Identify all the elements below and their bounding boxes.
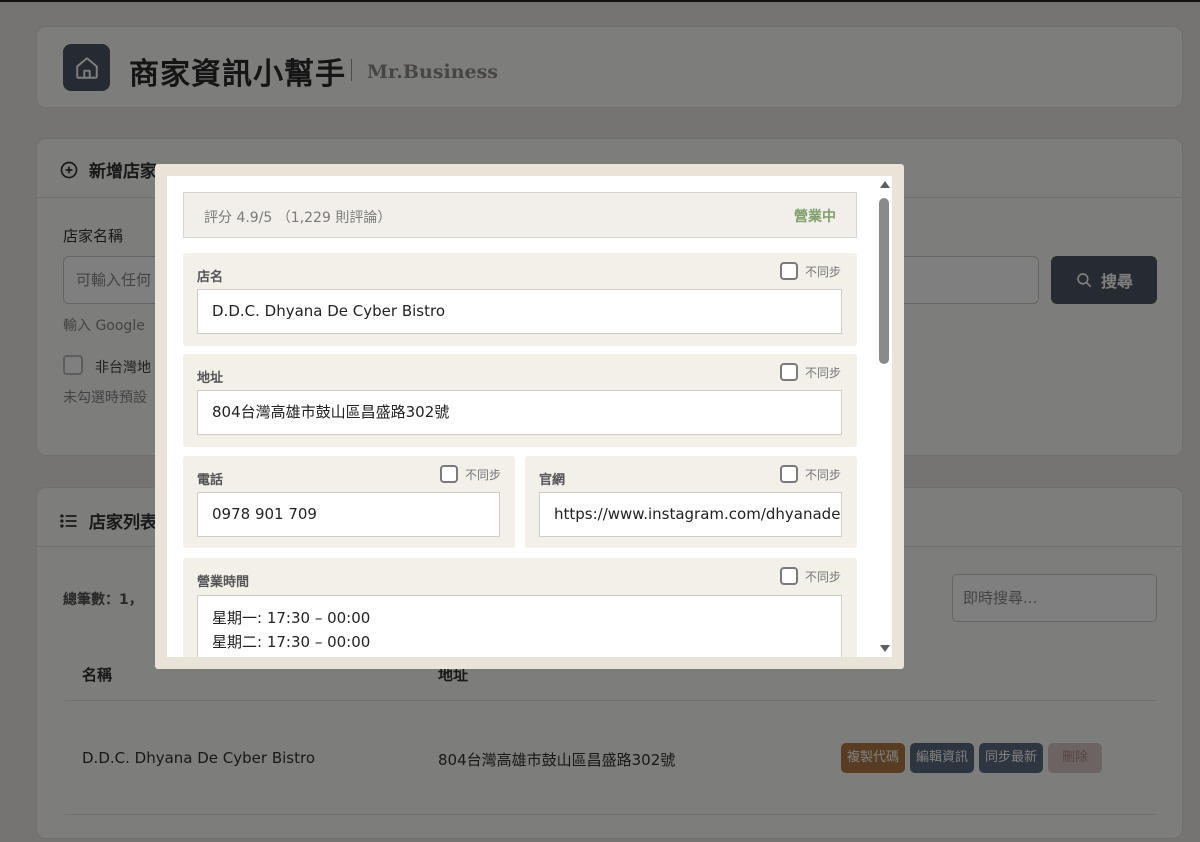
hours-sync-toggle[interactable]: 不同步: [779, 567, 841, 585]
website-label: 官網: [539, 473, 566, 488]
modal-content: 評分 4.9/5 （1,229 則評論） 營業中 店名 不同步 D.D.C. D…: [167, 176, 877, 657]
website-field-group: 官網 不同步 https://www.instagram.com/dhyanad…: [525, 456, 857, 548]
phone-label: 電話: [197, 473, 224, 488]
scroll-up-arrow-icon[interactable]: [880, 181, 890, 188]
name-field-group: 店名 不同步 D.D.C. Dhyana De Cyber Bistro: [183, 253, 857, 346]
modal-scrollbar[interactable]: [877, 176, 892, 657]
phone-sync-label: 不同步: [464, 467, 501, 482]
address-input[interactable]: 804台灣高雄市鼓山區昌盛路302號: [197, 390, 842, 435]
website-sync-label: 不同步: [804, 467, 841, 482]
address-sync-label: 不同步: [804, 365, 841, 380]
phone-sync-checkbox[interactable]: [439, 465, 458, 483]
hours-sync-label: 不同步: [804, 569, 841, 584]
rating-bar: 評分 4.9/5 （1,229 則評論） 營業中: [183, 192, 857, 238]
address-label: 地址: [197, 371, 224, 386]
website-sync-toggle[interactable]: 不同步: [779, 465, 841, 483]
hours-sync-checkbox[interactable]: [779, 567, 798, 585]
hours-line: 星期二: 17:30 – 00:00: [212, 633, 371, 651]
website-sync-checkbox[interactable]: [779, 465, 798, 483]
scroll-down-arrow-icon[interactable]: [880, 645, 890, 652]
scroll-thumb[interactable]: [879, 198, 889, 364]
address-sync-checkbox[interactable]: [779, 363, 798, 381]
name-sync-toggle[interactable]: 不同步: [779, 262, 841, 280]
hours-line: 星期一: 17:30 – 00:00: [212, 609, 371, 627]
phone-sync-toggle[interactable]: 不同步: [439, 465, 501, 483]
website-input[interactable]: https://www.instagram.com/dhyanade: [539, 492, 842, 537]
hours-label: 營業時間: [197, 575, 250, 590]
name-sync-checkbox[interactable]: [779, 262, 798, 280]
hours-field-group: 營業時間 不同步 星期一: 17:30 – 00:00 星期二: 17:30 –…: [183, 558, 857, 657]
phone-field-group: 電話 不同步 0978 901 709: [183, 456, 515, 548]
phone-input[interactable]: 0978 901 709: [197, 492, 500, 537]
name-sync-label: 不同步: [804, 264, 841, 279]
store-detail-modal: 評分 4.9/5 （1,229 則評論） 營業中 店名 不同步 D.D.C. D…: [155, 164, 904, 669]
name-input[interactable]: D.D.C. Dhyana De Cyber Bistro: [197, 289, 842, 334]
address-field-group: 地址 不同步 804台灣高雄市鼓山區昌盛路302號: [183, 354, 857, 447]
rating-text: 評分 4.9/5 （1,229 則評論）: [204, 210, 392, 226]
hours-textarea[interactable]: 星期一: 17:30 – 00:00 星期二: 17:30 – 00:00: [197, 595, 842, 657]
name-label: 店名: [197, 270, 224, 285]
status-badge: 營業中: [794, 209, 836, 225]
address-sync-toggle[interactable]: 不同步: [779, 363, 841, 381]
